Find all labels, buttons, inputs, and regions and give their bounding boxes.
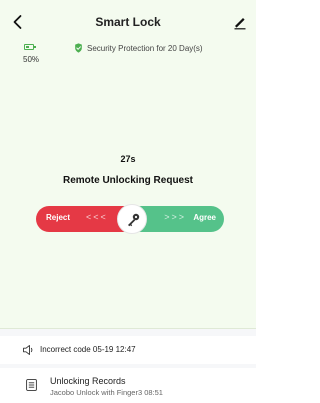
countdown-timer: 27s bbox=[120, 154, 136, 164]
right-arrows-icon: >>> bbox=[164, 212, 186, 222]
unlocking-records-subtitle: Jacobo Unlock with Finger3 08:51 bbox=[50, 388, 163, 397]
page-title: Smart Lock bbox=[95, 15, 161, 29]
unlocking-records-title: Unlocking Records bbox=[50, 376, 126, 386]
security-protection: Security Protection for 20 Day(s) bbox=[74, 43, 203, 53]
agree-label: Agree bbox=[193, 213, 216, 222]
battery-icon bbox=[24, 44, 36, 50]
reject-label: Reject bbox=[46, 213, 71, 222]
slider-knob[interactable] bbox=[117, 204, 147, 234]
battery-level-fill bbox=[26, 46, 29, 48]
remote-unlock-request-title: Remote Unlocking Request bbox=[62, 175, 194, 186]
left-arrows-icon: <<< bbox=[86, 212, 108, 222]
speaker-icon bbox=[23, 345, 33, 355]
battery-percentage: 50% bbox=[23, 55, 40, 64]
security-protection-text: Security Protection for 20 Day(s) bbox=[87, 43, 203, 53]
key-icon bbox=[128, 213, 140, 227]
incorrect-code-text: Incorrect code 05-19 12:47 bbox=[40, 345, 136, 354]
header: Smart Lock bbox=[0, 12, 256, 36]
incorrect-code-notice[interactable]: Incorrect code 05-19 12:47 bbox=[0, 336, 256, 364]
remote-unlock-slider[interactable]: Reject <<< >>> Agree bbox=[36, 204, 224, 234]
edit-pencil-icon[interactable] bbox=[232, 14, 248, 30]
document-list-icon bbox=[26, 379, 37, 391]
unlocking-records-item[interactable]: Unlocking Records Jacobo Unlock with Fin… bbox=[0, 368, 256, 403]
shield-check-icon bbox=[75, 43, 82, 53]
smart-lock-screen: Smart Lock 50% Security Protection for 2… bbox=[0, 0, 256, 403]
lock-status-card: Smart Lock 50% Security Protection for 2… bbox=[0, 0, 256, 329]
